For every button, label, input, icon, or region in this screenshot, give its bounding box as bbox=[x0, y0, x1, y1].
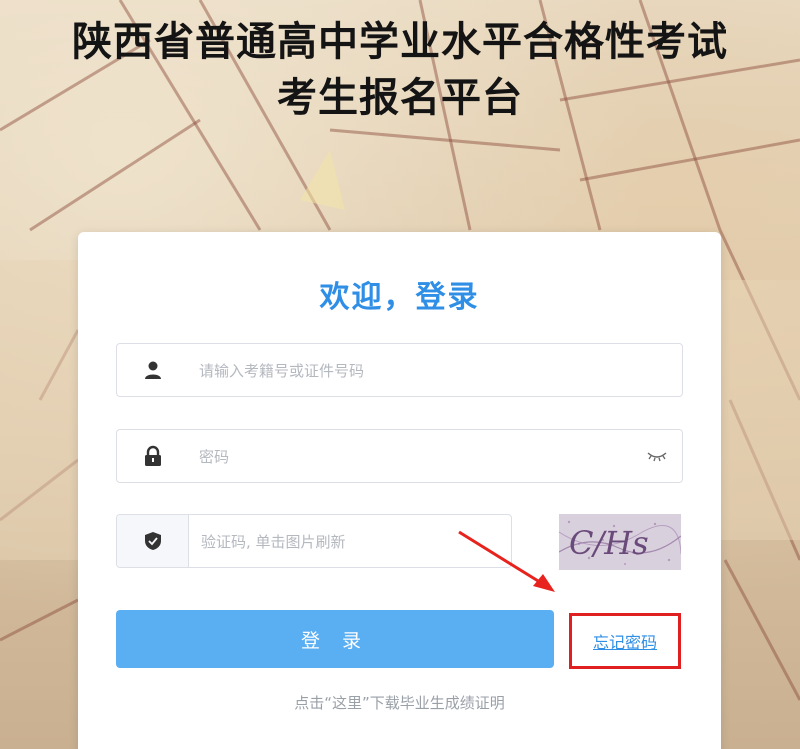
forgot-password-highlight: 忘记密码 bbox=[569, 613, 681, 669]
login-card: 欢迎，登录 请输入考籍号或证件号码 密码 验证码, 单击图片刷新 C/Hs 登 … bbox=[78, 232, 721, 749]
user-icon bbox=[117, 344, 189, 396]
captcha-placeholder: 验证码, 单击图片刷新 bbox=[201, 532, 346, 551]
shield-icon bbox=[117, 515, 189, 567]
captcha-image[interactable]: C/Hs bbox=[559, 514, 681, 570]
password-field[interactable]: 密码 bbox=[116, 429, 683, 483]
page-header: 陕西省普通高中学业水平合格性考试 考生报名平台 bbox=[0, 14, 800, 126]
download-certificate-link[interactable]: 点击“这里”下载毕业生成绩证明 bbox=[78, 692, 721, 713]
page-subtitle: 考生报名平台 bbox=[277, 75, 523, 121]
username-field[interactable]: 请输入考籍号或证件号码 bbox=[116, 343, 683, 397]
password-placeholder: 密码 bbox=[199, 447, 230, 466]
username-placeholder: 请输入考籍号或证件号码 bbox=[199, 361, 365, 380]
page-title: 陕西省普通高中学业水平合格性考试 bbox=[72, 19, 728, 65]
forgot-password-link[interactable]: 忘记密码 bbox=[593, 629, 657, 653]
login-button[interactable]: 登 录 bbox=[116, 610, 554, 668]
annotation-arrow bbox=[458, 530, 555, 592]
eye-closed-icon[interactable] bbox=[646, 447, 668, 465]
welcome-heading: 欢迎，登录 bbox=[319, 280, 480, 315]
captcha-text: C/Hs bbox=[569, 524, 649, 562]
lock-icon bbox=[117, 430, 189, 482]
captcha-field[interactable]: 验证码, 单击图片刷新 bbox=[116, 514, 512, 568]
